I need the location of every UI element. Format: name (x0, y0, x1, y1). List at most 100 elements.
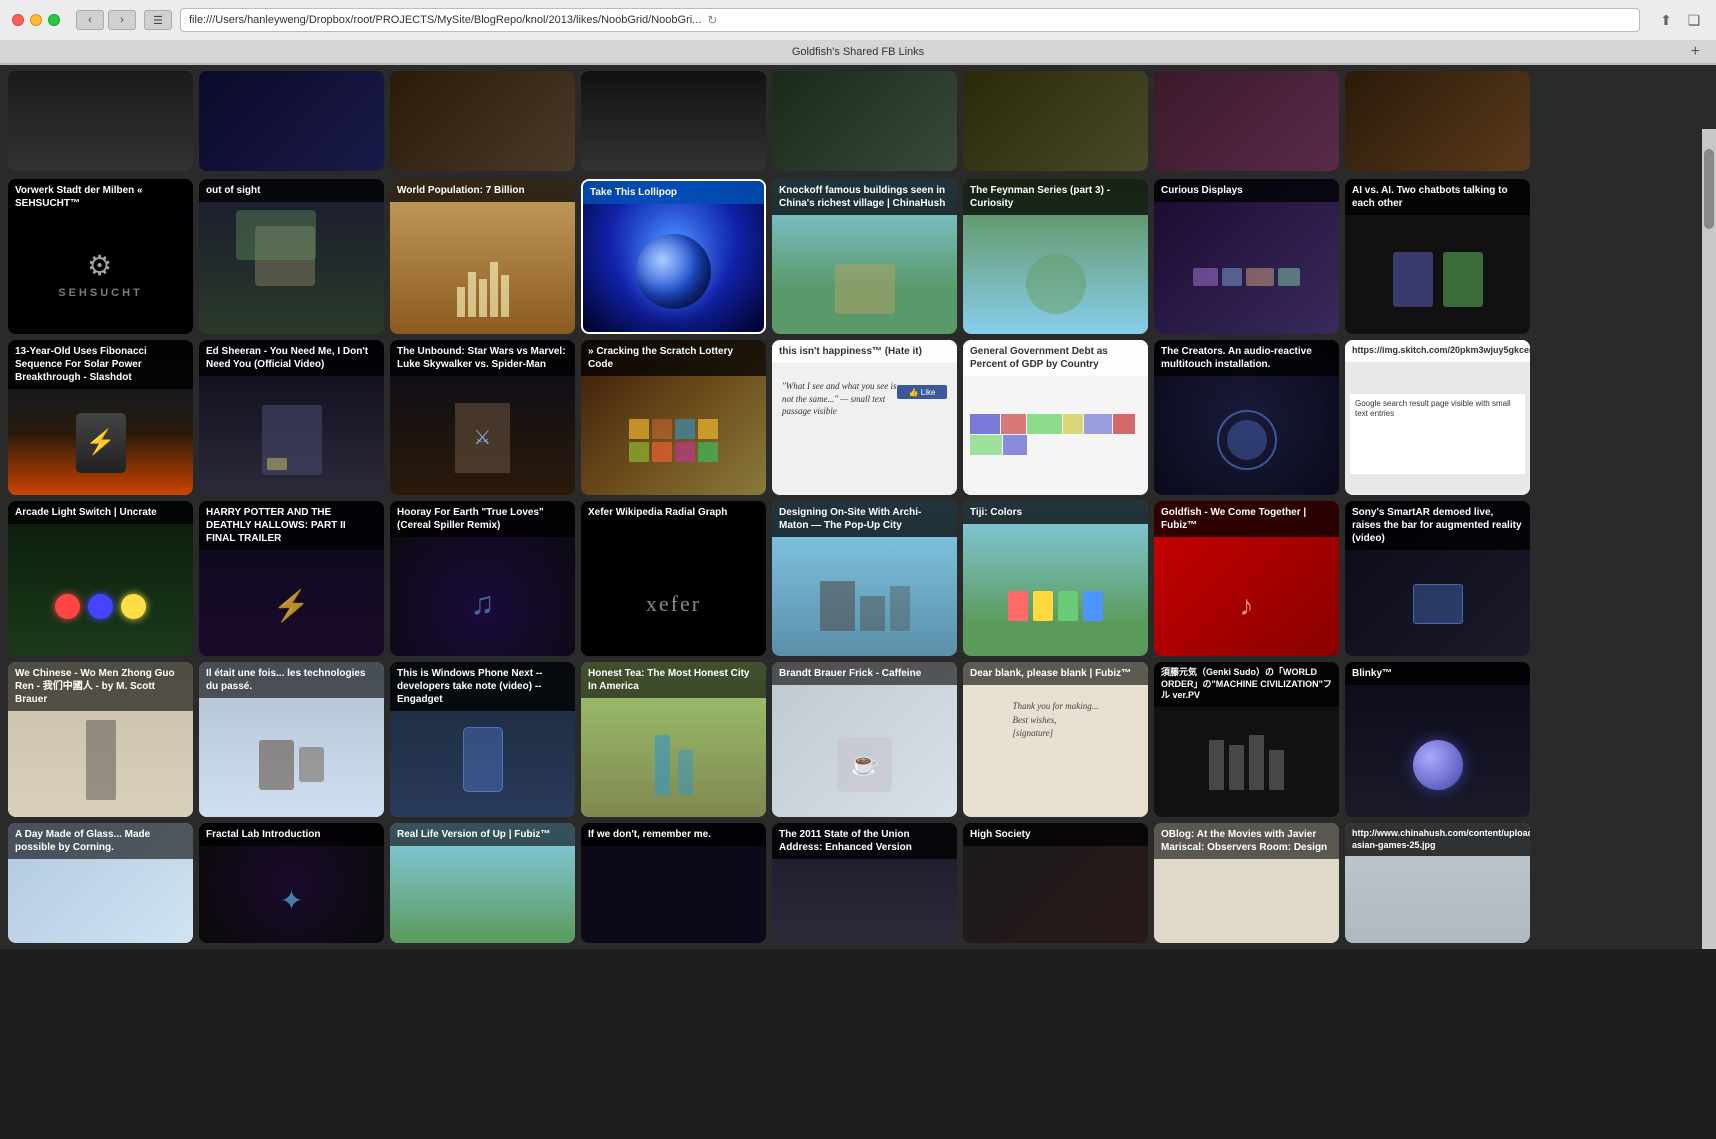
list-item[interactable]: Tiji: Colors (963, 501, 1148, 656)
item-title: Designing On-Site With Archi-Maton — The… (772, 501, 957, 537)
item-title: out of sight (199, 179, 384, 202)
forward-button[interactable]: › (108, 10, 136, 30)
list-item[interactable]: out of sight (199, 179, 384, 334)
list-item[interactable] (772, 71, 957, 171)
list-item[interactable]: The Unbound: Star Wars vs Marvel: Luke S… (390, 340, 575, 495)
item-title: Hooray For Earth "True Loves" (Cereal Sp… (390, 501, 575, 537)
list-item[interactable]: Vorwerk Stadt der Milben « SEHSUCHT™ ⚙ S… (8, 179, 193, 334)
list-item[interactable]: This is Windows Phone Next -- developers… (390, 662, 575, 817)
new-tab-button[interactable]: + (1691, 43, 1700, 61)
item-title: Curious Displays (1154, 179, 1339, 202)
list-item[interactable]: Real Life Version of Up | Fubiz™ (390, 823, 575, 943)
list-item[interactable] (8, 71, 193, 171)
sidebar-toggle[interactable]: ☰ (144, 10, 172, 30)
item-title: HARRY POTTER AND THE DEATHLY HALLOWS: PA… (199, 501, 384, 550)
list-item[interactable]: AI vs. AI. Two chatbots talking to each … (1345, 179, 1530, 334)
list-item[interactable]: Arcade Light Switch | Uncrate (8, 501, 193, 656)
share-icon[interactable]: ⬆ (1656, 10, 1676, 30)
item-title: Ed Sheeran - You Need Me, I Don't Need Y… (199, 340, 384, 376)
grid-row-2: 13-Year-Old Uses Fibonacci Sequence For … (8, 340, 1708, 495)
list-item[interactable]: Dear blank, please blank | Fubiz™ Thank … (963, 662, 1148, 817)
grid-row-4: We Chinese - Wo Men Zhong Guo Ren - 我们中國… (8, 662, 1708, 817)
scrollbar-thumb[interactable] (1704, 149, 1714, 229)
traffic-lights (12, 14, 60, 26)
list-item[interactable] (581, 71, 766, 171)
list-item[interactable]: HARRY POTTER AND THE DEATHLY HALLOWS: PA… (199, 501, 384, 656)
list-item[interactable] (1345, 71, 1530, 171)
nav-buttons: ‹ › (76, 10, 136, 30)
list-item[interactable]: Goldfish - We Come Together | Fubiz™ ♪ (1154, 501, 1339, 656)
tab-title: Goldfish's Shared FB Links (792, 46, 924, 58)
list-item[interactable]: OBlog: At the Movies with Javier Marisca… (1154, 823, 1339, 943)
item-title: Arcade Light Switch | Uncrate (8, 501, 193, 524)
item-title: World Population: 7 Billion (390, 179, 575, 202)
list-item[interactable]: Hooray For Earth "True Loves" (Cereal Sp… (390, 501, 575, 656)
list-item[interactable]: The 2011 State of the Union Address: Enh… (772, 823, 957, 943)
list-item[interactable]: Xefer Wikipedia Radial Graph xefer (581, 501, 766, 656)
item-title: We Chinese - Wo Men Zhong Guo Ren - 我们中國… (8, 662, 193, 711)
list-item[interactable]: 須藤元気（Genki Sudo）の「WORLD ORDER」の"MACHINE … (1154, 662, 1339, 817)
row-partial (0, 65, 1716, 173)
grid-rows: Vorwerk Stadt der Milben « SEHSUCHT™ ⚙ S… (0, 173, 1716, 949)
list-item[interactable] (390, 71, 575, 171)
item-title: Honest Tea: The Most Honest City In Amer… (581, 662, 766, 698)
list-item[interactable]: Take This Lollipop (581, 179, 766, 334)
list-item[interactable]: Designing On-Site With Archi-Maton — The… (772, 501, 957, 656)
list-item[interactable] (963, 71, 1148, 171)
list-item[interactable]: High Society (963, 823, 1148, 943)
item-title: Vorwerk Stadt der Milben « SEHSUCHT™ (8, 179, 193, 215)
item-title: High Society (963, 823, 1148, 846)
toolbar-right: ⬆ ❏ (1656, 10, 1704, 30)
list-item[interactable]: Ed Sheeran - You Need Me, I Don't Need Y… (199, 340, 384, 495)
item-title: Fractal Lab Introduction (199, 823, 384, 846)
minimize-button[interactable] (30, 14, 42, 26)
item-title: Blinky™ (1345, 662, 1530, 685)
url-text: file:///Users/hanleyweng/Dropbox/root/PR… (189, 14, 701, 26)
list-item[interactable]: Brandt Brauer Frick - Caffeine ☕ (772, 662, 957, 817)
item-title: Real Life Version of Up | Fubiz™ (390, 823, 575, 846)
list-item[interactable]: Blinky™ (1345, 662, 1530, 817)
item-title: A Day Made of Glass... Made possible by … (8, 823, 193, 859)
list-item[interactable]: http://www.chinahush.com/content/uploads… (1345, 823, 1530, 943)
maximize-button[interactable] (48, 14, 60, 26)
list-item[interactable]: If we don't, remember me. (581, 823, 766, 943)
item-title: The 2011 State of the Union Address: Enh… (772, 823, 957, 859)
list-item[interactable]: A Day Made of Glass... Made possible by … (8, 823, 193, 943)
back-button[interactable]: ‹ (76, 10, 104, 30)
item-title: If we don't, remember me. (581, 823, 766, 846)
title-bar: ‹ › ☰ file:///Users/hanleyweng/Dropbox/r… (0, 0, 1716, 40)
list-item[interactable]: Honest Tea: The Most Honest City In Amer… (581, 662, 766, 817)
tab-bar: Goldfish's Shared FB Links + (0, 40, 1716, 64)
list-item[interactable]: » Cracking the Scratch Lottery Code (581, 340, 766, 495)
list-item[interactable]: https://img.skitch.com/20pkm3wjuy5gkcenw… (1345, 340, 1530, 495)
scrollbar-track[interactable] (1702, 129, 1716, 949)
refresh-icon[interactable]: ↻ (707, 13, 717, 27)
close-button[interactable] (12, 14, 24, 26)
list-item[interactable]: this isn't happiness™ (Hate it) "What I … (772, 340, 957, 495)
address-bar[interactable]: file:///Users/hanleyweng/Dropbox/root/PR… (180, 8, 1640, 32)
item-title: The Feynman Series (part 3) - Curiosity (963, 179, 1148, 215)
item-title: Tiji: Colors (963, 501, 1148, 524)
window-chrome: ‹ › ☰ file:///Users/hanleyweng/Dropbox/r… (0, 0, 1716, 65)
list-item[interactable]: General Government Debt as Percent of GD… (963, 340, 1148, 495)
list-item[interactable] (1154, 71, 1339, 171)
item-title: 13-Year-Old Uses Fibonacci Sequence For … (8, 340, 193, 389)
item-title: Xefer Wikipedia Radial Graph (581, 501, 766, 524)
list-item[interactable] (199, 71, 384, 171)
item-title: This is Windows Phone Next -- developers… (390, 662, 575, 711)
list-item[interactable]: The Feynman Series (part 3) - Curiosity (963, 179, 1148, 334)
list-item[interactable]: We Chinese - Wo Men Zhong Guo Ren - 我们中國… (8, 662, 193, 817)
item-title: » Cracking the Scratch Lottery Code (581, 340, 766, 376)
list-item[interactable]: 13-Year-Old Uses Fibonacci Sequence For … (8, 340, 193, 495)
list-item[interactable]: Knockoff famous buildings seen in China'… (772, 179, 957, 334)
list-item[interactable]: Sony's SmartAR demoed live, raises the b… (1345, 501, 1530, 656)
new-tab-icon[interactable]: ❏ (1684, 10, 1704, 30)
list-item[interactable]: World Population: 7 Billion (390, 179, 575, 334)
list-item[interactable]: Fractal Lab Introduction ✦ (199, 823, 384, 943)
list-item[interactable]: Curious Displays (1154, 179, 1339, 334)
list-item[interactable]: Il était une fois... les technologies du… (199, 662, 384, 817)
item-title: OBlog: At the Movies with Javier Marisca… (1154, 823, 1339, 859)
grid-row-1: Vorwerk Stadt der Milben « SEHSUCHT™ ⚙ S… (8, 179, 1708, 334)
list-item[interactable]: The Creators. An audio-reactive multitou… (1154, 340, 1339, 495)
item-title: Brandt Brauer Frick - Caffeine (772, 662, 957, 685)
